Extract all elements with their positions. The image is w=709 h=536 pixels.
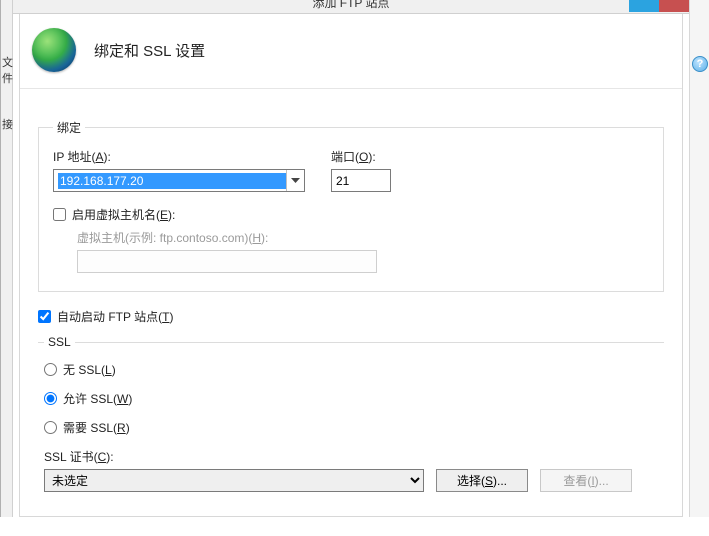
globe-icon [32, 28, 76, 72]
ssl-require-radio[interactable] [44, 421, 57, 434]
left-edge-strip: 文件 接 [1, 0, 13, 517]
dialog-titlebar: 添加 FTP 站点 [13, 0, 689, 14]
binding-legend: 绑定 [53, 119, 85, 136]
ssl-cert-label: SSL 证书(C): [44, 450, 114, 464]
virtual-host-input [77, 250, 377, 273]
ssl-allow-label: 允许 SSL(W) [63, 390, 132, 407]
ssl-require-label: 需要 SSL(R) [63, 419, 130, 436]
dialog-body: 绑定和 SSL 设置 绑定 IP 地址(A): 192.168.177.20 [19, 14, 683, 517]
ssl-none-radio[interactable] [44, 363, 57, 376]
ssl-allow-radio[interactable] [44, 392, 57, 405]
ssl-none-label: 无 SSL(L) [63, 361, 116, 378]
window-close-button[interactable] [659, 0, 689, 12]
page-title: 绑定和 SSL 设置 [94, 40, 205, 61]
auto-start-checkbox[interactable] [38, 310, 51, 323]
window-controls [629, 0, 689, 12]
ssl-group: SSL 无 SSL(L) 允许 SSL(W) 需要 SSL( [38, 335, 664, 510]
select-cert-button[interactable]: 选择(S)... [436, 469, 528, 492]
virtual-host-field-label: 虚拟主机(示例: ftp.contoso.com)(H): [77, 231, 268, 245]
enable-virtual-host-label: 启用虚拟主机名(E): [72, 206, 175, 223]
page-header: 绑定和 SSL 设置 [20, 14, 682, 89]
port-label: 端口(O): [331, 148, 401, 165]
binding-group: 绑定 IP 地址(A): 192.168.177.20 [38, 119, 664, 292]
chevron-down-icon[interactable] [286, 170, 304, 191]
port-input[interactable] [331, 169, 391, 192]
window-button-a[interactable] [629, 0, 659, 12]
right-gutter: ? [689, 0, 709, 517]
ssl-cert-select[interactable]: 未选定 [44, 469, 424, 492]
auto-start-label: 自动启动 FTP 站点(T) [57, 308, 173, 325]
ip-address-value: 192.168.177.20 [58, 173, 286, 189]
truncated-text-a: 文件 [2, 54, 13, 86]
dialog-title: 添加 FTP 站点 [13, 0, 689, 11]
enable-virtual-host-checkbox[interactable] [53, 208, 66, 221]
view-cert-button: 查看(I)... [540, 469, 632, 492]
ip-address-combobox[interactable]: 192.168.177.20 [53, 169, 305, 192]
truncated-text-b: 接 [2, 116, 13, 132]
ip-address-label: IP 地址(A): [53, 148, 305, 165]
ssl-legend: SSL [44, 335, 75, 349]
help-icon[interactable]: ? [692, 56, 708, 72]
